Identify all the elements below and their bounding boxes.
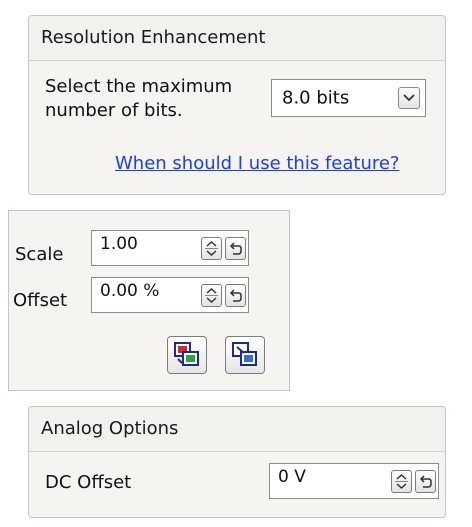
dc-offset-value: 0 V (278, 467, 306, 487)
scale-input[interactable]: 1.00 (91, 230, 249, 266)
offset-label: Offset (13, 290, 68, 311)
resolution-enhancement-title: Resolution Enhancement (29, 16, 445, 61)
scale-offset-panel: Scale 1.00 Offset 0.00 % (8, 210, 290, 391)
scale-spin-button[interactable] (201, 237, 222, 260)
offset-spin-button[interactable] (201, 284, 222, 307)
resolution-enhancement-panel: Resolution Enhancement Select the maximu… (28, 15, 446, 195)
select-bits-prompt-line2: number of bits. (45, 100, 183, 121)
max-bits-dropdown-button[interactable] (398, 87, 420, 109)
reset-icon (229, 242, 242, 255)
paste-settings-icon (232, 342, 257, 366)
paste-settings-button[interactable] (225, 336, 265, 374)
scale-label: Scale (15, 244, 64, 265)
scale-reset-button[interactable] (225, 237, 246, 260)
offset-input[interactable]: 0.00 % (91, 277, 249, 313)
when-to-use-feature-link[interactable]: When should I use this feature? (115, 153, 399, 174)
offset-value: 0.00 % (100, 281, 160, 301)
analog-options-title: Analog Options (29, 407, 445, 452)
reset-icon (229, 289, 242, 302)
chevron-down-icon (403, 94, 415, 102)
spin-updown-icon (205, 287, 218, 304)
analog-options-panel: Analog Options DC Offset 0 V (28, 406, 446, 518)
scale-value: 1.00 (100, 234, 138, 254)
select-bits-prompt-line1: Select the maximum (45, 76, 233, 97)
reset-icon (419, 475, 432, 488)
dc-offset-input[interactable]: 0 V (269, 463, 439, 499)
copy-to-channels-icon (174, 342, 199, 366)
copy-to-channels-button[interactable] (167, 336, 207, 374)
dc-offset-reset-button[interactable] (415, 470, 436, 493)
dc-offset-spin-button[interactable] (391, 470, 412, 493)
spin-updown-icon (205, 240, 218, 257)
offset-reset-button[interactable] (225, 284, 246, 307)
max-bits-value: 8.0 bits (282, 87, 350, 109)
dc-offset-label: DC Offset (45, 472, 132, 493)
spin-updown-icon (395, 473, 408, 490)
max-bits-select[interactable]: 8.0 bits (271, 79, 426, 117)
